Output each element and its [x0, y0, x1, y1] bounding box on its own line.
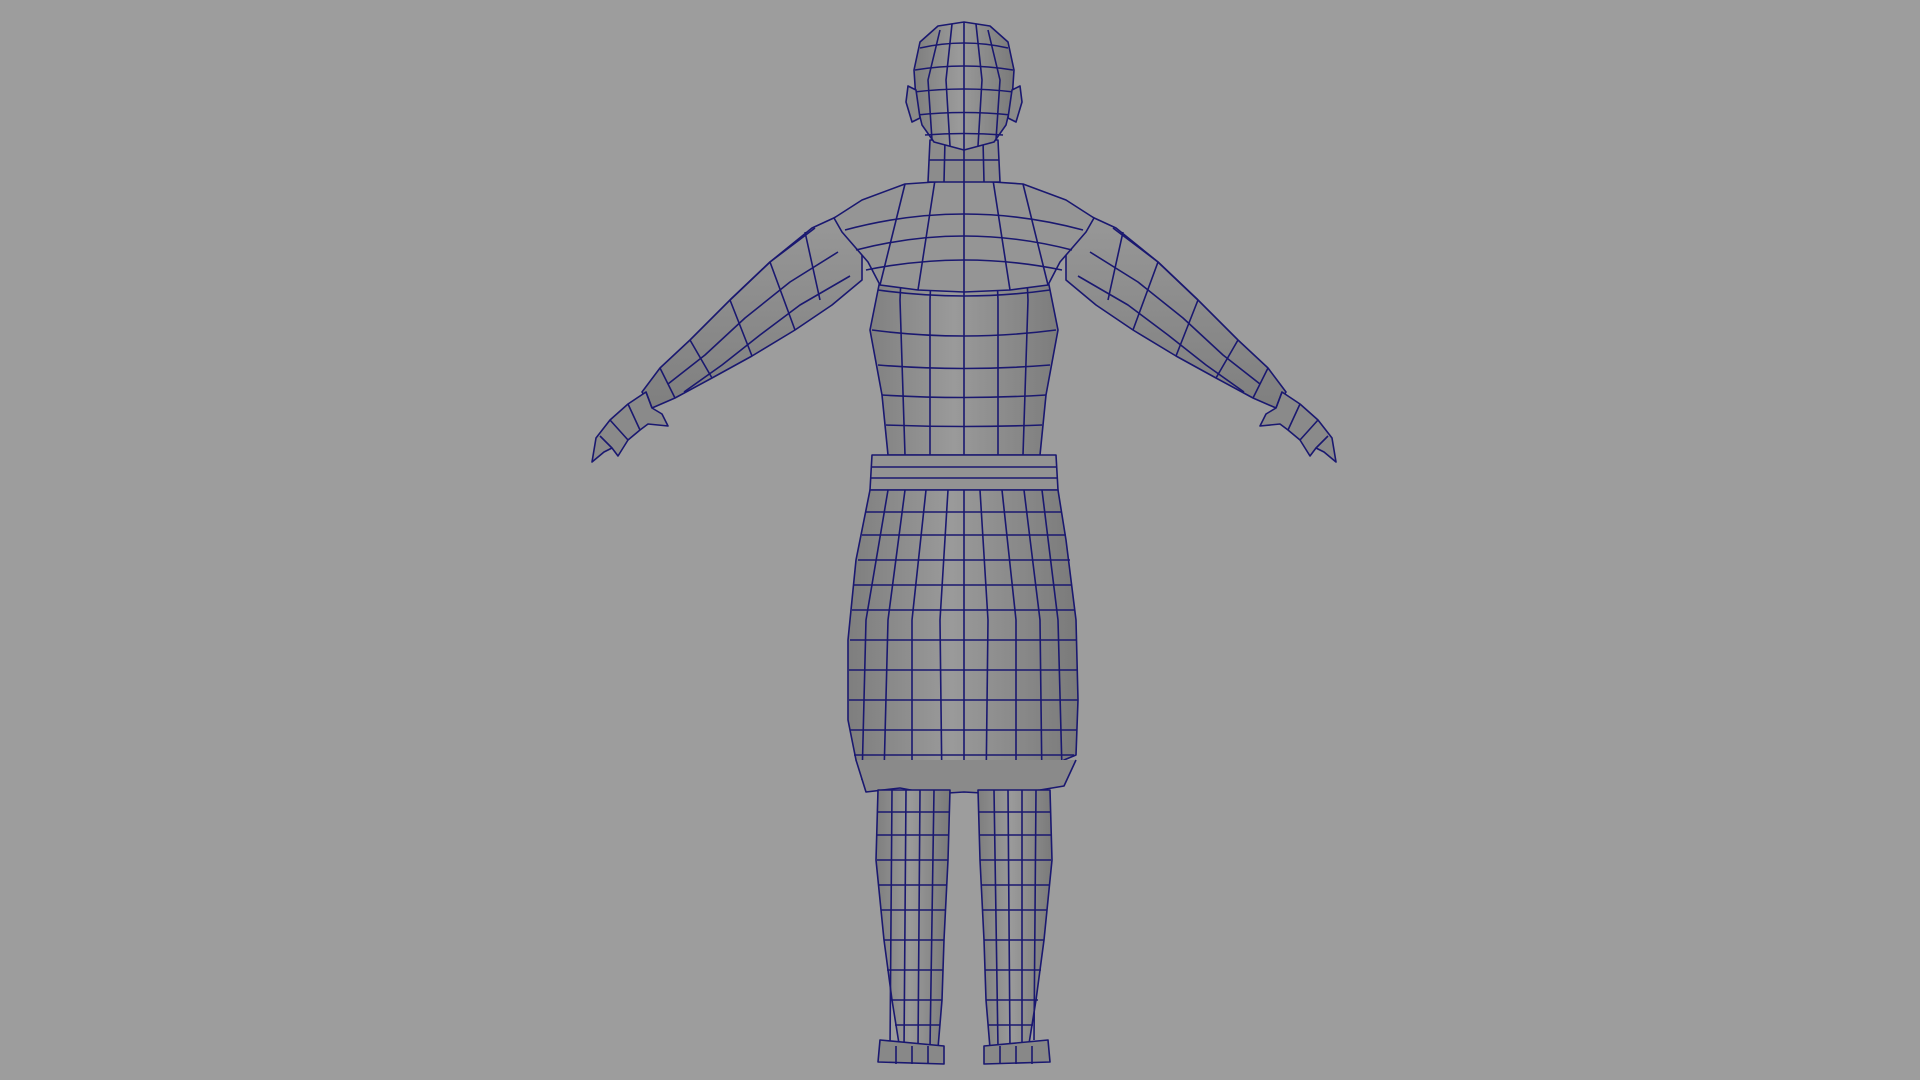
3d-viewport[interactable]: [0, 0, 1920, 1080]
belt-mesh[interactable]: [869, 454, 1059, 491]
collar-cape-mesh[interactable]: [833, 179, 1095, 293]
right-arm-mesh[interactable]: [1065, 204, 1287, 409]
viewport-canvas[interactable]: [0, 0, 1920, 1080]
head-mesh[interactable]: [905, 21, 1023, 151]
left-leg-mesh[interactable]: [875, 789, 951, 1065]
left-arm-mesh[interactable]: [641, 204, 863, 409]
character-mesh[interactable]: [591, 21, 1337, 1065]
skirt-mesh[interactable]: [847, 489, 1079, 795]
right-leg-mesh[interactable]: [977, 789, 1053, 1065]
